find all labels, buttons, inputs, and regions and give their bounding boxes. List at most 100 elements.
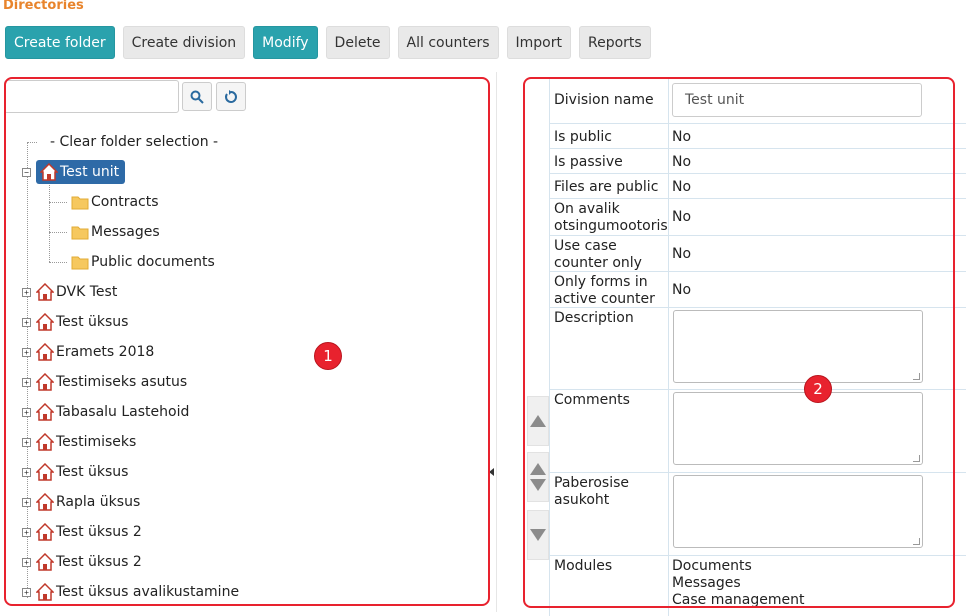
tree-node[interactable]: + Test üksus [22,457,128,487]
annotation-badge-1: 1 [314,342,342,370]
division-name-input[interactable]: Test unit [672,83,922,117]
all-counters-button[interactable]: All counters [397,26,499,59]
search-button[interactable] [182,82,212,111]
expand-icon[interactable]: + [22,287,31,297]
expand-icon[interactable]: + [22,437,31,447]
tree-folder-item[interactable]: Contracts [71,187,159,217]
on-avalik-label-line2: otsingumootoris [554,218,668,234]
panel-collapse-icon[interactable] [489,468,494,476]
use-case-value: No [672,246,692,262]
tree-node-label: Tabasalu Lastehoid [56,404,190,420]
division-icon [40,163,58,181]
row-files-public: Files are public No [549,174,966,199]
expand-icon[interactable]: + [22,407,31,417]
description-textarea[interactable] [673,310,923,383]
expand-icon[interactable]: + [22,497,31,507]
row-division-name: Division name Test unit [549,79,966,124]
paberosise-label-line2: asukoht [554,492,610,508]
folder-icon [71,196,89,209]
move-down-button[interactable] [527,510,549,560]
expand-icon[interactable]: + [22,377,31,387]
tree-node-label: Testimiseks asutus [56,374,188,390]
only-forms-value: No [672,282,692,298]
division-icon [36,583,54,601]
is-public-label: Is public [554,129,612,145]
division-icon [36,403,54,421]
arrow-down-icon [530,529,546,541]
on-avalik-label-line1: On avalik [554,201,620,217]
expand-icon[interactable]: + [22,557,31,567]
tree-node[interactable]: + Rapla üksus [22,487,140,517]
division-icon [36,463,54,481]
tree-node[interactable]: + Test üksus [22,307,128,337]
description-label: Description [554,310,634,326]
annotation-badge-2: 2 [804,375,832,403]
tree-node-label: DVK Test [56,284,118,300]
tree-folder-label: Contracts [91,194,159,210]
row-comments: Comments [549,390,966,473]
division-icon [36,343,54,361]
tree-node[interactable]: + Eramets 2018 [22,337,154,367]
tree-node[interactable]: + Test üksus 2 [22,517,142,547]
search-input[interactable] [4,80,179,113]
row-only-forms: Only forms in active counter No [549,272,966,308]
tree-node-selected[interactable]: − Test unit [22,157,126,187]
row-modules: Modules Documents Messages Case manageme… [549,556,966,616]
row-is-passive: Is passive No [549,149,966,174]
tree-node-label: Test unit [60,164,120,180]
create-division-button[interactable]: Create division [122,26,246,59]
module-item: Documents [672,558,752,574]
create-folder-button[interactable]: Create folder [5,26,115,59]
clear-folder-selection[interactable]: - Clear folder selection - [50,127,218,157]
tree-folder-item[interactable]: Public documents [71,247,215,277]
tree-node[interactable]: + DVK Test [22,277,117,307]
tree-node-label: Test üksus 2 [56,554,142,570]
move-up-down-button[interactable] [527,452,549,502]
tree-folder-item[interactable]: Messages [71,217,160,247]
is-passive-value: No [672,154,692,170]
tree-node-label: Test üksus [56,314,129,330]
tree-node-label: Test üksus avalikustamine [56,584,240,600]
refresh-icon [225,89,237,103]
paberosise-label-line1: Paberosise [554,475,629,491]
arrow-up-icon [530,463,546,475]
selected-division[interactable]: Test unit [36,160,126,184]
move-up-button[interactable] [527,396,549,446]
files-public-value: No [672,179,692,195]
comments-label: Comments [554,392,630,408]
delete-button[interactable]: Delete [325,26,390,59]
toolbar: Create folder Create division Modify Del… [5,26,651,59]
tree-node[interactable]: + Tabasalu Lastehoid [22,397,189,427]
is-passive-label: Is passive [554,154,623,170]
expand-icon[interactable]: + [22,467,31,477]
use-case-label-line2: counter only [554,255,642,271]
tree-node[interactable]: + Test üksus avalikustamine [22,577,239,607]
only-forms-label-line1: Only forms in [554,274,648,290]
row-paberosise: Paberosise asukoht [549,473,966,556]
import-button[interactable]: Import [506,26,571,59]
tree-node-label: Rapla üksus [56,494,141,510]
paberosise-textarea[interactable] [673,475,923,548]
files-public-label: Files are public [554,179,659,195]
tree-node-label: Test üksus [56,464,129,480]
tree-node[interactable]: + Test üksus 2 [22,547,142,577]
expand-icon[interactable]: + [22,527,31,537]
folder-icon [71,256,89,269]
on-avalik-value: No [672,209,692,225]
clear-folder-selection-label: - Clear folder selection - [50,134,219,150]
reports-button[interactable]: Reports [578,26,651,59]
comments-textarea[interactable] [673,392,923,465]
folder-icon [71,226,89,239]
arrow-down-icon [530,479,546,491]
row-on-avalik: On avalik otsingumootoris No [549,199,966,236]
refresh-button[interactable] [216,82,246,111]
modify-button[interactable]: Modify [253,26,318,59]
expand-icon[interactable]: + [22,587,31,597]
expand-icon[interactable]: + [22,347,31,357]
collapse-icon[interactable]: − [22,167,31,177]
division-icon [36,493,54,511]
tree-node[interactable]: + Testimiseks [22,427,136,457]
division-icon [36,373,54,391]
tree-node[interactable]: + Testimiseks asutus [22,367,187,397]
expand-icon[interactable]: + [22,317,31,327]
